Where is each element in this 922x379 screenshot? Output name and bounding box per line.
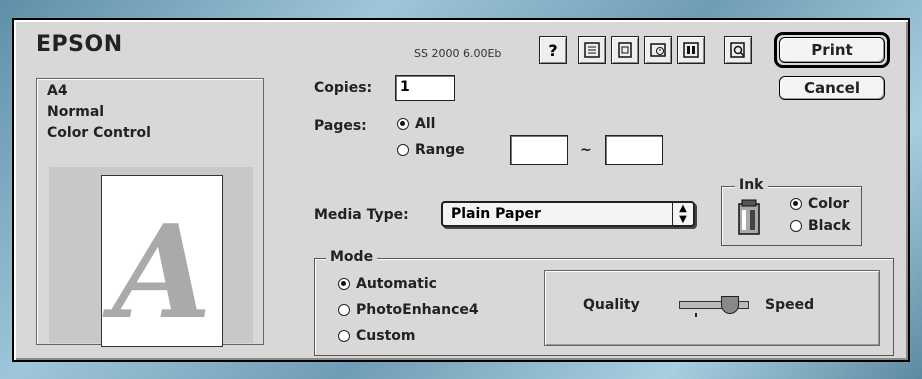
slider-thumb[interactable] bbox=[720, 296, 739, 314]
mode-automatic-radio[interactable] bbox=[338, 278, 350, 290]
pages-all-option[interactable]: All bbox=[397, 116, 435, 132]
quality-label: Quality bbox=[583, 297, 640, 313]
mode-legend: Mode bbox=[326, 249, 378, 265]
pages-range-label: Range bbox=[415, 142, 465, 158]
media-type-label: Media Type: bbox=[314, 207, 409, 223]
ink-cartridge-icon bbox=[734, 198, 764, 240]
pages-all-radio[interactable] bbox=[397, 118, 409, 130]
driver-version: SS 2000 6.00Eb bbox=[414, 47, 502, 60]
pages-range-option[interactable]: Range bbox=[397, 142, 465, 158]
background-printing-icon bbox=[650, 43, 666, 57]
pages-all-label: All bbox=[415, 116, 436, 132]
mode-custom-label: Custom bbox=[356, 328, 416, 344]
print-dialog: EPSON SS 2000 6.00Eb ? Print Cancel A4 N… bbox=[12, 18, 910, 362]
range-from-field[interactable] bbox=[510, 135, 568, 165]
preview-button[interactable] bbox=[724, 36, 752, 64]
background-printing-button[interactable] bbox=[644, 36, 672, 64]
print-button-ring: Print bbox=[774, 32, 890, 68]
preview-icon bbox=[730, 42, 745, 58]
paper-config-button[interactable] bbox=[578, 36, 606, 64]
summary-color: Color Control bbox=[47, 125, 151, 141]
preview-letter: A bbox=[112, 198, 212, 348]
speed-label: Speed bbox=[765, 297, 815, 313]
paper-config-icon bbox=[584, 42, 600, 58]
media-type-popup[interactable]: Plain Paper ▲ ▼ bbox=[441, 201, 695, 227]
mode-custom-option[interactable]: Custom bbox=[338, 328, 415, 344]
pages-label: Pages: bbox=[314, 118, 367, 134]
brand-logo: EPSON bbox=[36, 32, 123, 57]
settings-summary: A4 Normal Color Control A bbox=[36, 78, 264, 348]
media-type-value: Plain Paper bbox=[451, 206, 541, 222]
print-button[interactable]: Print bbox=[779, 37, 885, 63]
range-separator: ~ bbox=[580, 142, 592, 158]
ink-color-label: Color bbox=[808, 196, 850, 212]
layout-button[interactable] bbox=[611, 36, 639, 64]
mode-photoenhance-option[interactable]: PhotoEnhance4 bbox=[338, 302, 479, 318]
mode-automatic-option[interactable]: Automatic bbox=[338, 276, 437, 292]
ink-black-option[interactable]: Black bbox=[790, 218, 851, 234]
summary-quality: Normal bbox=[47, 104, 105, 120]
status-monitor-icon bbox=[683, 42, 699, 58]
copies-field[interactable]: 1 bbox=[395, 75, 455, 101]
status-monitor-button[interactable] bbox=[677, 36, 705, 64]
help-button[interactable]: ? bbox=[539, 36, 567, 64]
page-preview: A bbox=[101, 175, 223, 348]
ink-color-radio[interactable] bbox=[790, 198, 802, 210]
ink-black-label: Black bbox=[808, 218, 851, 234]
help-icon: ? bbox=[548, 40, 558, 60]
popup-arrows-icon: ▲ ▼ bbox=[672, 203, 693, 225]
summary-paper-size: A4 bbox=[47, 83, 68, 99]
cancel-button[interactable]: Cancel bbox=[779, 76, 885, 100]
layout-icon bbox=[618, 42, 632, 58]
pages-range-radio[interactable] bbox=[397, 144, 409, 156]
ink-black-radio[interactable] bbox=[790, 220, 802, 232]
range-to-field[interactable] bbox=[605, 135, 663, 165]
ink-color-option[interactable]: Color bbox=[790, 196, 849, 212]
copies-label: Copies: bbox=[314, 80, 373, 96]
mode-automatic-label: Automatic bbox=[356, 276, 437, 292]
quality-speed-panel: Quality Speed bbox=[544, 270, 880, 346]
mode-photoenhance-label: PhotoEnhance4 bbox=[356, 302, 479, 318]
page-preview-area: A bbox=[49, 167, 253, 348]
mode-photoenhance-radio[interactable] bbox=[338, 304, 350, 316]
slider-tick bbox=[695, 313, 697, 317]
mode-custom-radio[interactable] bbox=[338, 330, 350, 342]
ink-legend: Ink bbox=[735, 177, 768, 193]
